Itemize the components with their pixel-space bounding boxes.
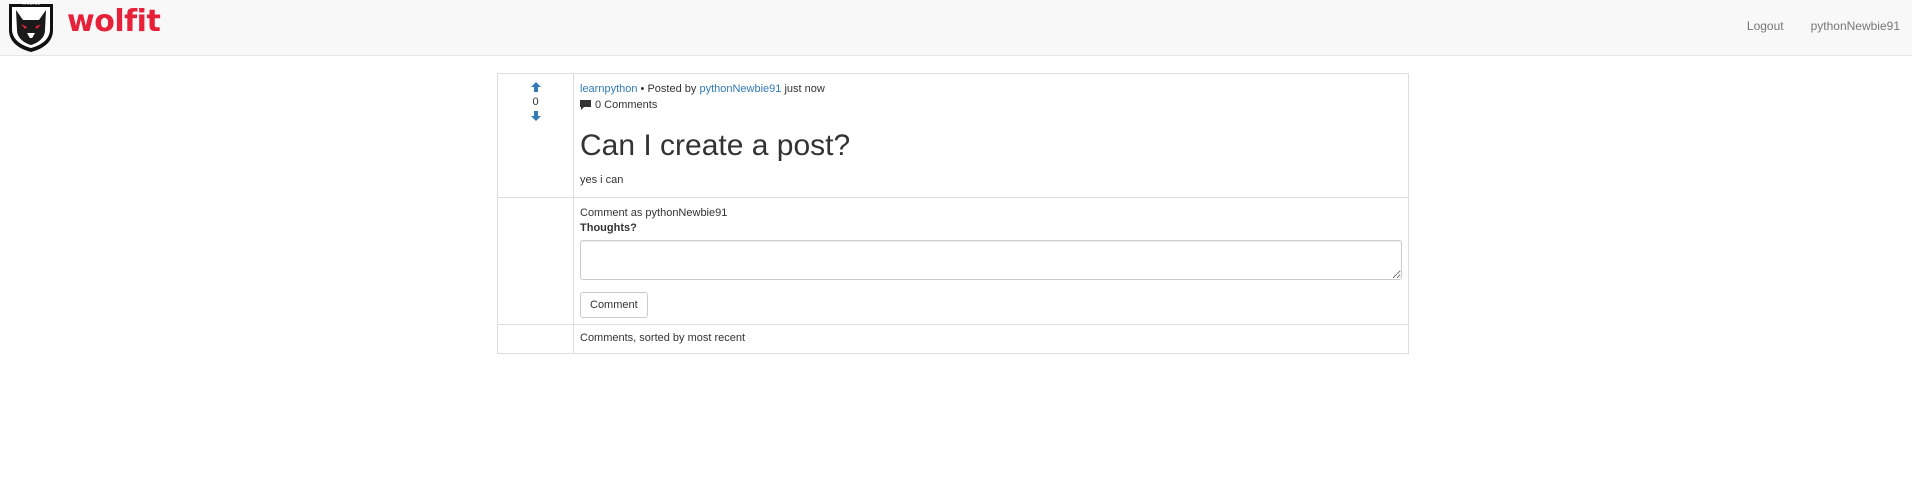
comment-form-cell: Comment as pythonNewbie91 Thoughts? Comm… bbox=[573, 197, 1409, 325]
subreddit-link[interactable]: learnpython bbox=[580, 83, 638, 95]
posted-by-text: • Posted by bbox=[637, 83, 700, 95]
comment-submit-button[interactable]: Comment bbox=[580, 292, 648, 318]
comments-sorted-label: Comments, sorted by most recent bbox=[573, 324, 1409, 354]
vote-box: 0 bbox=[498, 74, 573, 122]
thoughts-label: Thoughts? bbox=[580, 222, 637, 234]
brand-link[interactable]: WOLVES wolfit bbox=[5, 0, 161, 52]
vote-count: 0 bbox=[532, 96, 539, 108]
comment-form-spacer bbox=[497, 197, 574, 325]
post-table: 0 learnpython • Posted by pythonNewbie91… bbox=[497, 73, 1409, 354]
comments-sorted-spacer bbox=[497, 324, 574, 354]
brand-name: wolfit bbox=[67, 4, 161, 39]
navbar: WOLVES wolfit Logout pythonNewbie91 bbox=[0, 0, 1912, 56]
post-body: yes i can bbox=[580, 174, 624, 186]
arrow-up-icon[interactable] bbox=[530, 81, 542, 93]
comments-sorted-row: Comments, sorted by most recent bbox=[497, 324, 1409, 354]
navbar-right: Logout pythonNewbie91 bbox=[1720, 0, 1900, 52]
username-link[interactable]: pythonNewbie91 bbox=[1811, 19, 1900, 33]
logout-link[interactable]: Logout bbox=[1747, 19, 1784, 33]
comment-as-text: Comment as pythonNewbie91 bbox=[580, 207, 728, 219]
post-meta: learnpython • Posted by pythonNewbie91 j… bbox=[580, 81, 1402, 97]
post-time: just now bbox=[781, 83, 825, 95]
comment-textarea[interactable] bbox=[580, 240, 1402, 280]
author-link[interactable]: pythonNewbie91 bbox=[699, 83, 781, 95]
post-row: 0 learnpython • Posted by pythonNewbie91… bbox=[497, 73, 1409, 198]
post-title: Can I create a post? bbox=[580, 129, 851, 162]
comment-form-row: Comment as pythonNewbie91 Thoughts? Comm… bbox=[497, 197, 1409, 325]
wolf-logo-icon: WOLVES bbox=[9, 1, 53, 52]
vote-cell: 0 bbox=[497, 73, 574, 198]
comments-count: 0 Comments bbox=[595, 99, 658, 111]
comments-count-link[interactable]: 0 Comments bbox=[580, 97, 1402, 113]
svg-text:WOLVES: WOLVES bbox=[22, 1, 41, 6]
post-content-cell: learnpython • Posted by pythonNewbie91 j… bbox=[573, 73, 1409, 198]
comment-icon bbox=[580, 100, 591, 110]
arrow-down-icon[interactable] bbox=[530, 110, 542, 122]
